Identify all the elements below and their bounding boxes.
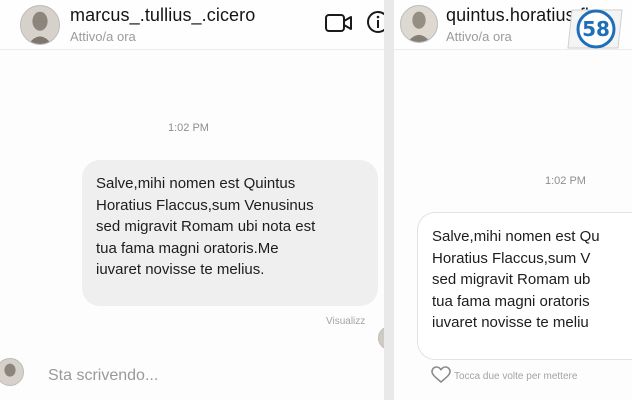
left-chat-status: Attivo/a ora — [70, 29, 136, 44]
horatius-avatar[interactable] — [400, 5, 438, 43]
left-chat-pane: marcus_.tullius_.cicero Attivo/a ora 1:0… — [0, 0, 384, 400]
video-call-icon[interactable] — [324, 12, 354, 34]
cicero-avatar[interactable] — [20, 5, 60, 45]
left-chat-username: marcus_.tullius_.cicero — [70, 5, 256, 25]
double-tap-hint: Tocca due volte per mettere — [454, 371, 578, 382]
right-message-bubble[interactable]: Salve,mihi nomen est Qu Horatius Flaccus… — [417, 212, 632, 360]
channel-logo: 58 — [566, 6, 626, 52]
right-chat-pane: quintus.horatius.flac Attivo/a ora 1:02 … — [394, 0, 632, 400]
left-message-bubble[interactable]: Salve,mihi nomen est Quintus Horatius Fl… — [82, 160, 378, 306]
right-chat-status: Attivo/a ora — [446, 29, 512, 44]
seen-indicator: Visualizz — [326, 316, 366, 327]
info-icon[interactable] — [366, 10, 384, 34]
typing-indicator-text: Sta scrivendo... — [48, 367, 159, 384]
right-message-timestamp: 1:02 PM — [545, 175, 586, 187]
channel-logo-text: 58 — [582, 17, 610, 41]
left-message-timestamp: 1:02 PM — [168, 122, 209, 134]
pane-divider — [384, 0, 394, 400]
typing-avatar — [0, 358, 24, 386]
left-chat-header: marcus_.tullius_.cicero Attivo/a ora — [0, 0, 384, 50]
heart-icon[interactable] — [431, 366, 451, 384]
